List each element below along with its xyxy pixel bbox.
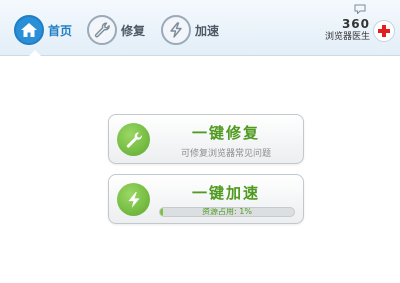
tab-repair[interactable]: 修复 <box>87 12 145 48</box>
tab-speed-label: 加速 <box>195 23 220 38</box>
resource-usage-bar: 资源占用: 1% <box>159 207 295 217</box>
home-icon <box>14 15 44 45</box>
speedup-title: 一键加速 <box>191 184 260 202</box>
feedback-icon[interactable] <box>354 4 366 14</box>
lightning-icon <box>161 15 191 45</box>
tab-home[interactable]: 首页 <box>14 12 72 48</box>
tab-repair-label: 修复 <box>121 23 146 38</box>
wrench-icon <box>87 15 117 45</box>
red-cross-icon <box>373 19 395 42</box>
repair-description: 可修复浏览器常见问题 <box>180 149 271 159</box>
brand-logo: 360 浏览器医生 <box>325 18 395 43</box>
tab-speed[interactable]: 加速 <box>161 12 219 48</box>
wrench-icon <box>117 123 150 156</box>
one-click-repair-button[interactable]: 一键修复 可修复浏览器常见问题 <box>108 114 304 164</box>
active-tab-indicator <box>28 50 42 57</box>
top-nav-bar: 首页 修复 加速 360 浏览器医生 <box>0 0 400 56</box>
brand-number: 360 <box>341 17 370 31</box>
brand-name: 浏览器医生 <box>324 32 370 42</box>
resource-usage-label: 资源占用: 1% <box>202 207 252 216</box>
lightning-icon <box>117 183 150 216</box>
tab-home-label: 首页 <box>48 23 73 38</box>
repair-title: 一键修复 <box>191 124 260 142</box>
one-click-speedup-button[interactable]: 一键加速 资源占用: 1% <box>108 174 304 224</box>
